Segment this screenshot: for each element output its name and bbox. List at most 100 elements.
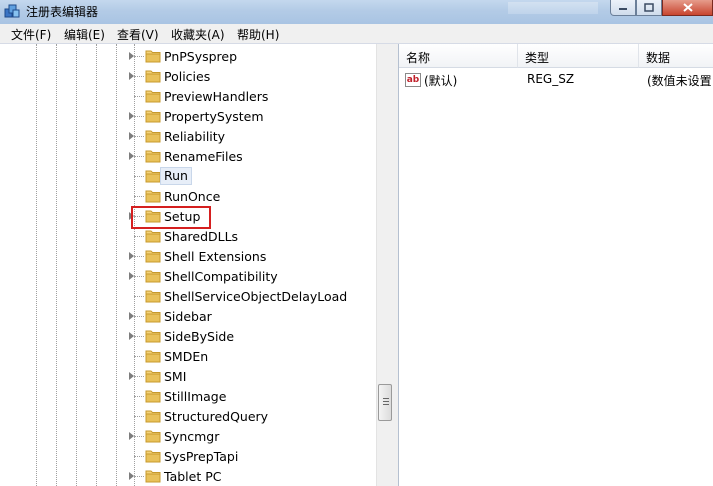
close-button[interactable] <box>662 0 713 16</box>
tree-item-label: Shell Extensions <box>164 249 267 264</box>
tree-item[interactable]: ShellCompatibility <box>0 266 376 286</box>
folder-icon <box>145 370 161 383</box>
menu-help[interactable]: 帮助(H) <box>237 26 279 43</box>
menu-favorites[interactable]: 收藏夹(A) <box>171 26 225 43</box>
expand-arrow-icon[interactable] <box>129 132 134 140</box>
tree-item[interactable]: PreviewHandlers <box>0 86 376 106</box>
tree-item[interactable]: StillImage <box>0 386 376 406</box>
tree-branch-line <box>134 476 144 477</box>
tree-item[interactable]: ShellServiceObjectDelayLoad <box>0 286 376 306</box>
tree-item[interactable]: PropertySystem <box>0 106 376 126</box>
tree-item[interactable]: RenameFiles <box>0 146 376 166</box>
tree-item-label: PreviewHandlers <box>164 89 269 104</box>
tree-branch-line <box>134 276 144 277</box>
folder-icon <box>145 330 161 343</box>
tree-branch-line <box>134 156 144 157</box>
tree-branch-line <box>134 56 144 57</box>
folder-icon <box>145 110 161 123</box>
tree-item-label: SMI <box>164 369 187 384</box>
tree-item[interactable]: SMI <box>0 366 376 386</box>
folder-icon <box>145 410 161 423</box>
window-title: 注册表编辑器 <box>26 5 99 19</box>
close-icon <box>682 2 693 12</box>
tree-branch-line <box>134 316 144 317</box>
expand-arrow-icon[interactable] <box>129 52 134 60</box>
expand-arrow-icon[interactable] <box>129 472 134 480</box>
tree-item-label: RunOnce <box>164 189 221 204</box>
tree-item[interactable]: SharedDLLs <box>0 226 376 246</box>
tree-item[interactable]: Tablet PC <box>0 466 376 486</box>
folder-icon <box>145 150 161 163</box>
tree-branch-line <box>134 176 144 177</box>
tree-branch-line <box>134 96 144 97</box>
tree-item[interactable]: SMDEn <box>0 346 376 366</box>
minimize-button[interactable] <box>610 0 636 16</box>
grip-line <box>383 398 389 399</box>
tree-item-label: SysPrepTapi <box>164 449 239 464</box>
folder-icon <box>145 270 161 283</box>
expand-arrow-icon[interactable] <box>129 252 134 260</box>
value-list[interactable]: 名称 类型 数据 ab (默认) REG_SZ (数值未设置 <box>398 44 713 486</box>
folder-icon <box>145 70 161 83</box>
regedit-icon <box>4 4 20 18</box>
folder-icon <box>145 190 161 203</box>
value-name: (默认) <box>424 74 458 88</box>
menu-view[interactable]: 查看(V) <box>117 26 159 43</box>
tree-item[interactable]: StructuredQuery <box>0 406 376 426</box>
tree-item-label: Tablet PC <box>164 469 222 484</box>
title-bar-ghost <box>508 2 598 14</box>
tree-branch-line <box>134 456 144 457</box>
tree-item[interactable]: Syncmgr <box>0 426 376 446</box>
grip-line <box>383 404 389 405</box>
tree-branch-line <box>134 296 144 297</box>
grip-line <box>383 401 389 402</box>
column-header-name[interactable]: 名称 <box>399 44 518 68</box>
key-tree[interactable]: PnPSysprep Policies PreviewHandlers Propert… <box>0 44 393 486</box>
tree-item[interactable]: Reliability <box>0 126 376 146</box>
column-header-type[interactable]: 类型 <box>518 44 639 68</box>
expand-arrow-icon[interactable] <box>129 372 134 380</box>
tree-scrollbar[interactable] <box>376 44 393 486</box>
menu-edit[interactable]: 编辑(E) <box>64 26 105 43</box>
folder-icon <box>145 350 161 363</box>
folder-icon <box>145 390 161 403</box>
tree-branch-line <box>134 376 144 377</box>
folder-icon <box>145 130 161 143</box>
expand-arrow-icon[interactable] <box>129 72 134 80</box>
expand-arrow-icon[interactable] <box>129 432 134 440</box>
tree-item-label: SideBySide <box>164 329 235 344</box>
menu-file[interactable]: 文件(F) <box>11 26 51 43</box>
folder-icon <box>145 470 161 483</box>
tree-item[interactable]: Policies <box>0 66 376 86</box>
tree-item[interactable]: SideBySide <box>0 326 376 346</box>
tree-item-label: StillImage <box>164 389 227 404</box>
maximize-button[interactable] <box>636 0 662 16</box>
expand-arrow-icon[interactable] <box>129 332 134 340</box>
tree-item[interactable]: PnPSysprep <box>0 46 376 66</box>
tree-branch-line <box>134 136 144 137</box>
expand-arrow-icon[interactable] <box>129 152 134 160</box>
tree-item[interactable]: SysPrepTapi <box>0 446 376 466</box>
folder-icon <box>145 50 161 63</box>
expand-arrow-icon[interactable] <box>129 312 134 320</box>
menu-bar: 文件(F) 编辑(E) 查看(V) 收藏夹(A) 帮助(H) <box>0 24 713 44</box>
tree-item-label: Policies <box>164 69 211 84</box>
tree-item[interactable]: Run <box>0 166 376 186</box>
scrollbar-thumb[interactable] <box>378 384 392 421</box>
string-value-icon: ab <box>405 73 421 87</box>
tree-item-label: Sidebar <box>164 309 212 324</box>
folder-icon <box>145 290 161 303</box>
tree-branch-line <box>134 336 144 337</box>
tree-item-label: RenameFiles <box>164 149 243 164</box>
tree-item-label: StructuredQuery <box>164 409 269 424</box>
tree-branch-line <box>134 196 144 197</box>
folder-icon <box>145 430 161 443</box>
expand-arrow-icon[interactable] <box>129 112 134 120</box>
title-bar: 注册表编辑器 <box>0 0 713 24</box>
expand-arrow-icon[interactable] <box>129 272 134 280</box>
tree-item[interactable]: RunOnce <box>0 186 376 206</box>
column-header-data[interactable]: 数据 <box>639 44 713 68</box>
tree-item[interactable]: Sidebar <box>0 306 376 326</box>
folder-icon <box>145 230 161 243</box>
tree-item[interactable]: Shell Extensions <box>0 246 376 266</box>
